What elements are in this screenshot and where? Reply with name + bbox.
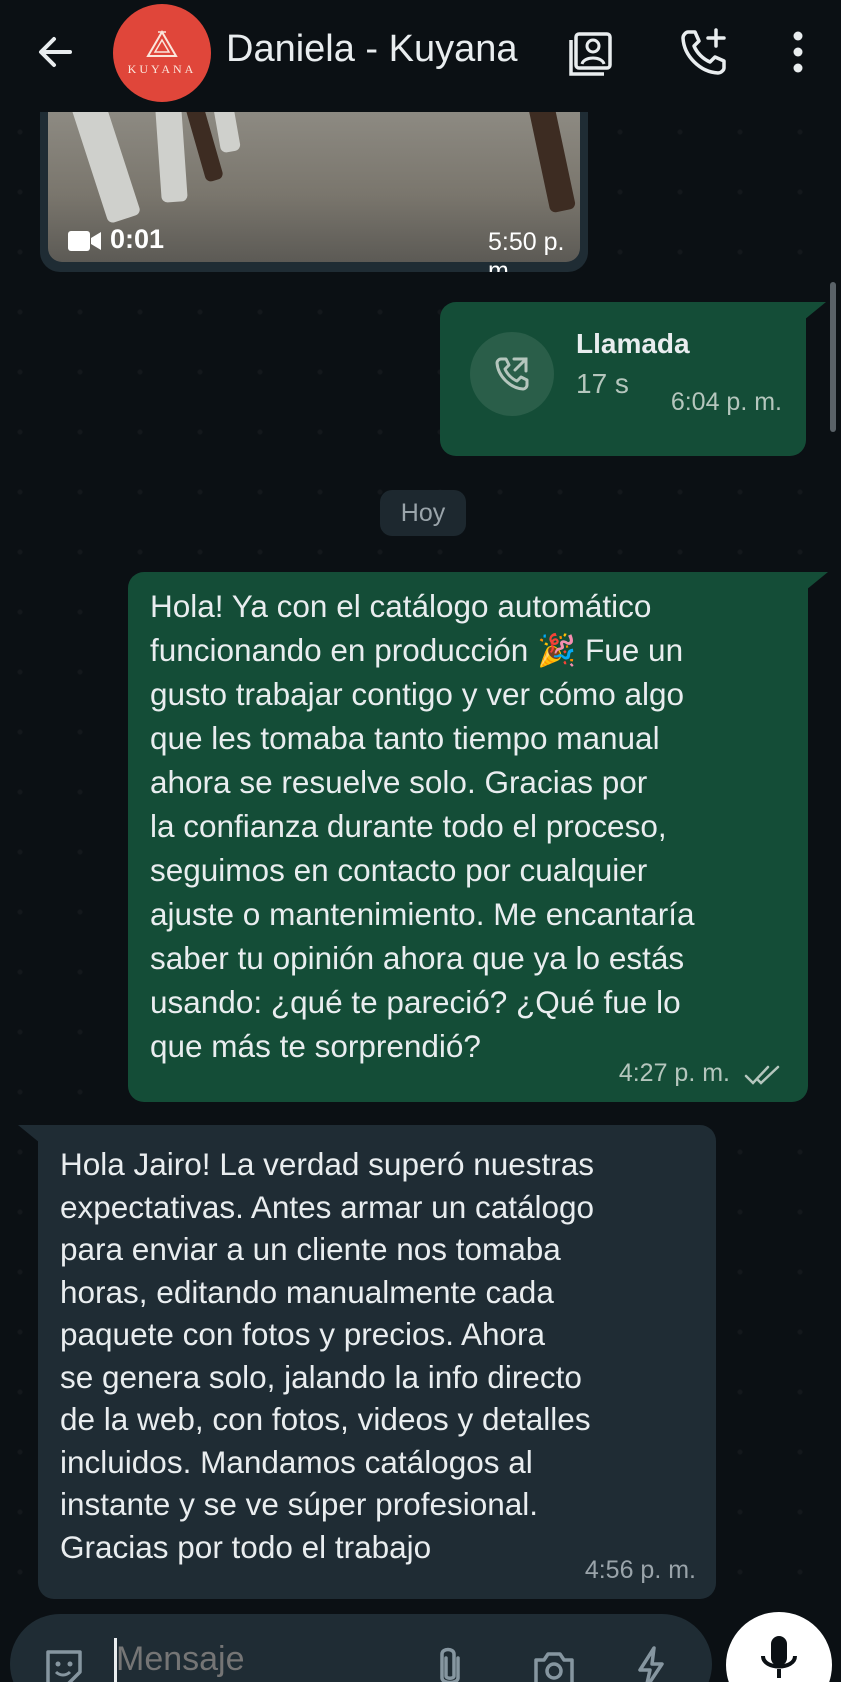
message-line: saber tu opinión ahora que ya lo estás [150, 940, 685, 976]
avatar-brand: KUYANA [127, 61, 197, 76]
camera-icon[interactable] [530, 1644, 578, 1682]
call-icon [495, 357, 529, 391]
scrollbar[interactable] [830, 282, 836, 432]
call-icon-circle [470, 332, 554, 416]
outgoing-timestamp: 4:27 p. m. [618, 1059, 730, 1087]
message-line: expectativas. Antes armar un catálogo [60, 1188, 595, 1225]
video-message[interactable]: 0:01 5:50 p. m. [40, 112, 588, 272]
video-duration: 0:01 [110, 224, 165, 254]
video-camera-icon [68, 231, 101, 251]
message-list[interactable]: 0:01 5:50 p. m. Llamada 17 s 6:04 p. m. … [0, 112, 841, 1622]
incoming-message-text: Hola Jairo! La verdad superó nuestras ex… [60, 1143, 700, 1568]
add-call-icon[interactable] [676, 24, 732, 80]
message-line: seguimos en contacto por cualquier [150, 852, 648, 888]
day-divider: Hoy [380, 490, 466, 536]
message-line: ajuste o mantenimiento. Me encantaría [150, 896, 695, 932]
message-line: Hola! Ya con el catálogo automático [150, 588, 652, 624]
mic-icon [761, 1636, 797, 1678]
contact-card-icon[interactable] [566, 24, 622, 80]
video-timestamp: 5:50 p. m. [488, 228, 565, 272]
message-input[interactable] [116, 1640, 376, 1679]
message-line: ahora se resuelve solo. Gracias por [150, 764, 648, 800]
avatar[interactable]: KUYANA [113, 4, 211, 102]
sticker-icon[interactable] [40, 1644, 88, 1682]
attach-icon[interactable] [430, 1644, 470, 1682]
kuyana-logo-icon [146, 29, 178, 57]
message-line: la confianza durante todo el proceso, [150, 808, 667, 844]
contact-name[interactable]: Daniela - Kuyana [226, 28, 518, 71]
more-vert-icon[interactable] [770, 24, 826, 80]
flash-icon[interactable] [630, 1644, 670, 1682]
call-message[interactable]: Llamada 17 s 6:04 p. m. [440, 302, 826, 456]
incoming-message[interactable]: Hola Jairo! La verdad superó nuestras ex… [18, 1125, 716, 1599]
message-line: Hola Jairo! La verdad superó nuestras [60, 1146, 595, 1182]
message-line: de la web, con fotos, videos y detalles [60, 1401, 591, 1437]
message-line: para enviar a un cliente nos tomaba [60, 1231, 561, 1267]
message-line: funcionando en producción 🎉 Fue un [150, 632, 684, 668]
message-line: paquete con fotos y precios. Ahora [60, 1316, 546, 1352]
message-line: que les tomaba tanto tiempo manual [150, 720, 660, 756]
call-timestamp: 6:04 p. m. [670, 388, 782, 416]
message-line: se genera solo, jalando la info directo [60, 1358, 582, 1395]
chat-screen: KUYANA Daniela - Kuyana 0:01 5:50 p. m. … [0, 0, 841, 1682]
outgoing-message[interactable]: Hola! Ya con el catálogo automático func… [128, 572, 828, 1102]
back-arrow-icon[interactable] [30, 26, 82, 78]
message-line: instante y se ve súper profesional. [60, 1486, 539, 1522]
mic-button[interactable] [726, 1612, 832, 1682]
message-line: gusto trabajar contigo y ver cómo algo [150, 676, 685, 712]
message-line: horas, editando manualmente cada [60, 1273, 554, 1310]
double-check-icon [744, 1065, 780, 1085]
outgoing-message-text: Hola! Ya con el catálogo automático func… [150, 584, 790, 1068]
call-duration: 17 s [576, 368, 629, 399]
call-label: Llamada [576, 328, 690, 359]
message-input-bar [10, 1614, 712, 1682]
incoming-timestamp: 4:56 p. m. [584, 1556, 696, 1584]
message-line: usando: ¿qué te pareció? ¿Qué fue lo [150, 984, 681, 1020]
chat-header: KUYANA Daniela - Kuyana [0, 0, 841, 112]
message-line: incluidos. Mandamos catálogos al [60, 1443, 533, 1480]
